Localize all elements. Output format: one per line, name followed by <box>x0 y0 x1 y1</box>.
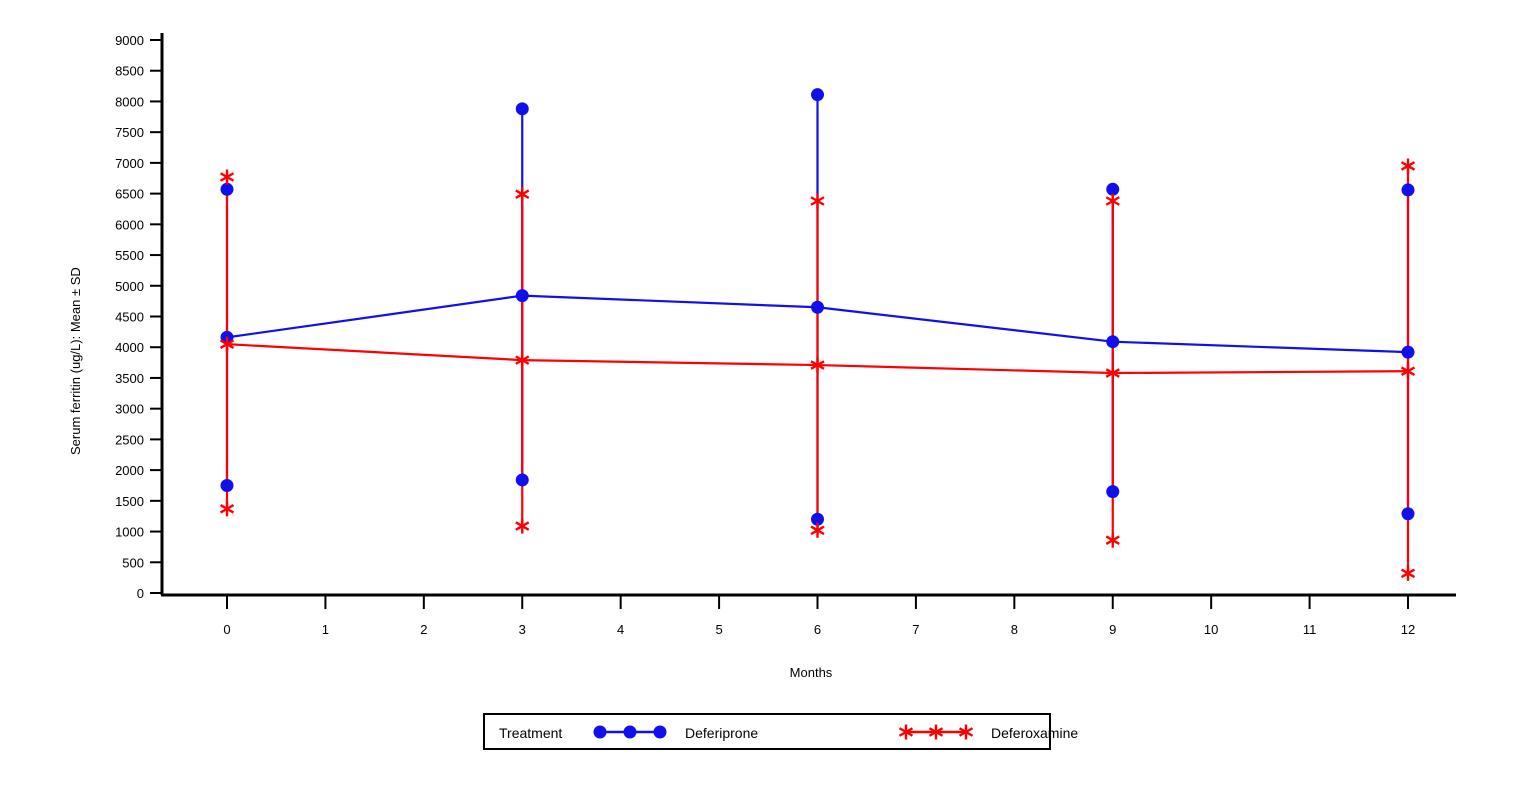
y-tick-label: 5500 <box>115 248 144 263</box>
y-tick-label: 9000 <box>115 33 144 48</box>
x-tick-label: 4 <box>617 622 624 637</box>
x-axis-title-text: Months <box>790 665 833 680</box>
upper-sd-marker <box>515 102 529 116</box>
x-tick-label: 6 <box>814 622 821 637</box>
x-tick-label: 5 <box>715 622 722 637</box>
legend-marker <box>623 725 637 739</box>
legend-marker <box>653 725 667 739</box>
x-axis-ticks: 0 1 2 3 4 5 6 7 8 9 10 11 12 <box>223 595 1415 637</box>
legend-entry-deferoxamine[interactable]: Deferoxamine <box>898 724 1079 742</box>
legend-marker <box>593 725 607 739</box>
x-tick-label: 11 <box>1303 622 1317 637</box>
mean-marker <box>811 300 824 314</box>
legend-title: Treatment <box>499 725 562 741</box>
x-tick-label: 12 <box>1401 622 1415 637</box>
legend-entries: Deferiprone Deferoxamine <box>593 724 1079 742</box>
y-tick-label: 4000 <box>115 340 144 355</box>
y-tick-label: 5000 <box>115 279 144 294</box>
mean-marker <box>1401 345 1415 359</box>
x-tick-label: 0 <box>223 622 230 637</box>
y-tick-label: 4500 <box>115 310 144 325</box>
upper-sd-marker <box>1401 183 1415 197</box>
y-tick-label: 1000 <box>115 525 144 540</box>
chart-svg: Serum ferritin (ug/L): Mean ± SD 0500100… <box>68 33 1456 750</box>
y-tick-label: 1500 <box>115 494 144 509</box>
x-tick-label: 1 <box>322 622 329 637</box>
lower-sd-marker <box>1106 485 1120 499</box>
y-tick-label: 6000 <box>115 217 144 232</box>
legend-entry-label: Deferiprone <box>685 725 758 741</box>
x-tick-label: 9 <box>1109 622 1116 637</box>
upper-sd-marker <box>811 88 824 102</box>
x-tick-label: 10 <box>1204 622 1218 637</box>
mean-marker <box>1106 335 1120 349</box>
y-tick-label: 6500 <box>115 187 144 202</box>
y-tick-label: 3000 <box>115 402 144 417</box>
y-axis-title-text: Serum ferritin (ug/L): Mean ± SD <box>68 267 83 455</box>
lower-sd-marker <box>515 473 529 487</box>
x-tick-label: 3 <box>519 622 526 637</box>
y-tick-label: 8000 <box>115 94 144 109</box>
y-axis-ticks: 0 500 1000 1500 2000 2500 3000 3500 4000 4500 5000… <box>115 33 162 601</box>
mean-marker <box>515 289 529 303</box>
legend-entry-label: Deferoxamine <box>991 725 1078 741</box>
y-tick-label: 7000 <box>115 156 144 171</box>
y-tick-label: 7500 <box>115 125 144 140</box>
x-tick-label: 7 <box>912 622 919 637</box>
lower-sd-marker <box>220 478 234 492</box>
y-tick-label: 500 <box>122 555 144 570</box>
x-tick-label: 8 <box>1011 622 1018 637</box>
upper-sd-marker <box>220 182 234 196</box>
serum-ferritin-chart: Serum ferritin (ug/L): Mean ± SD 0 500 100… <box>0 0 1531 790</box>
lower-sd-marker <box>1401 507 1415 521</box>
y-tick-label: 8500 <box>115 64 144 79</box>
y-tick-label: 2000 <box>115 463 144 478</box>
data-series-layer <box>219 88 1416 581</box>
y-axis-title: Serum ferritin (ug/L): Mean ± SD <box>68 267 83 455</box>
y-tick-label: 0 <box>137 586 144 601</box>
y-tick-label: 3500 <box>115 371 144 386</box>
y-tick-label: 2500 <box>115 432 144 447</box>
legend-entry-deferiprone[interactable]: Deferiprone <box>593 725 759 741</box>
x-tick-label: 2 <box>420 622 427 637</box>
